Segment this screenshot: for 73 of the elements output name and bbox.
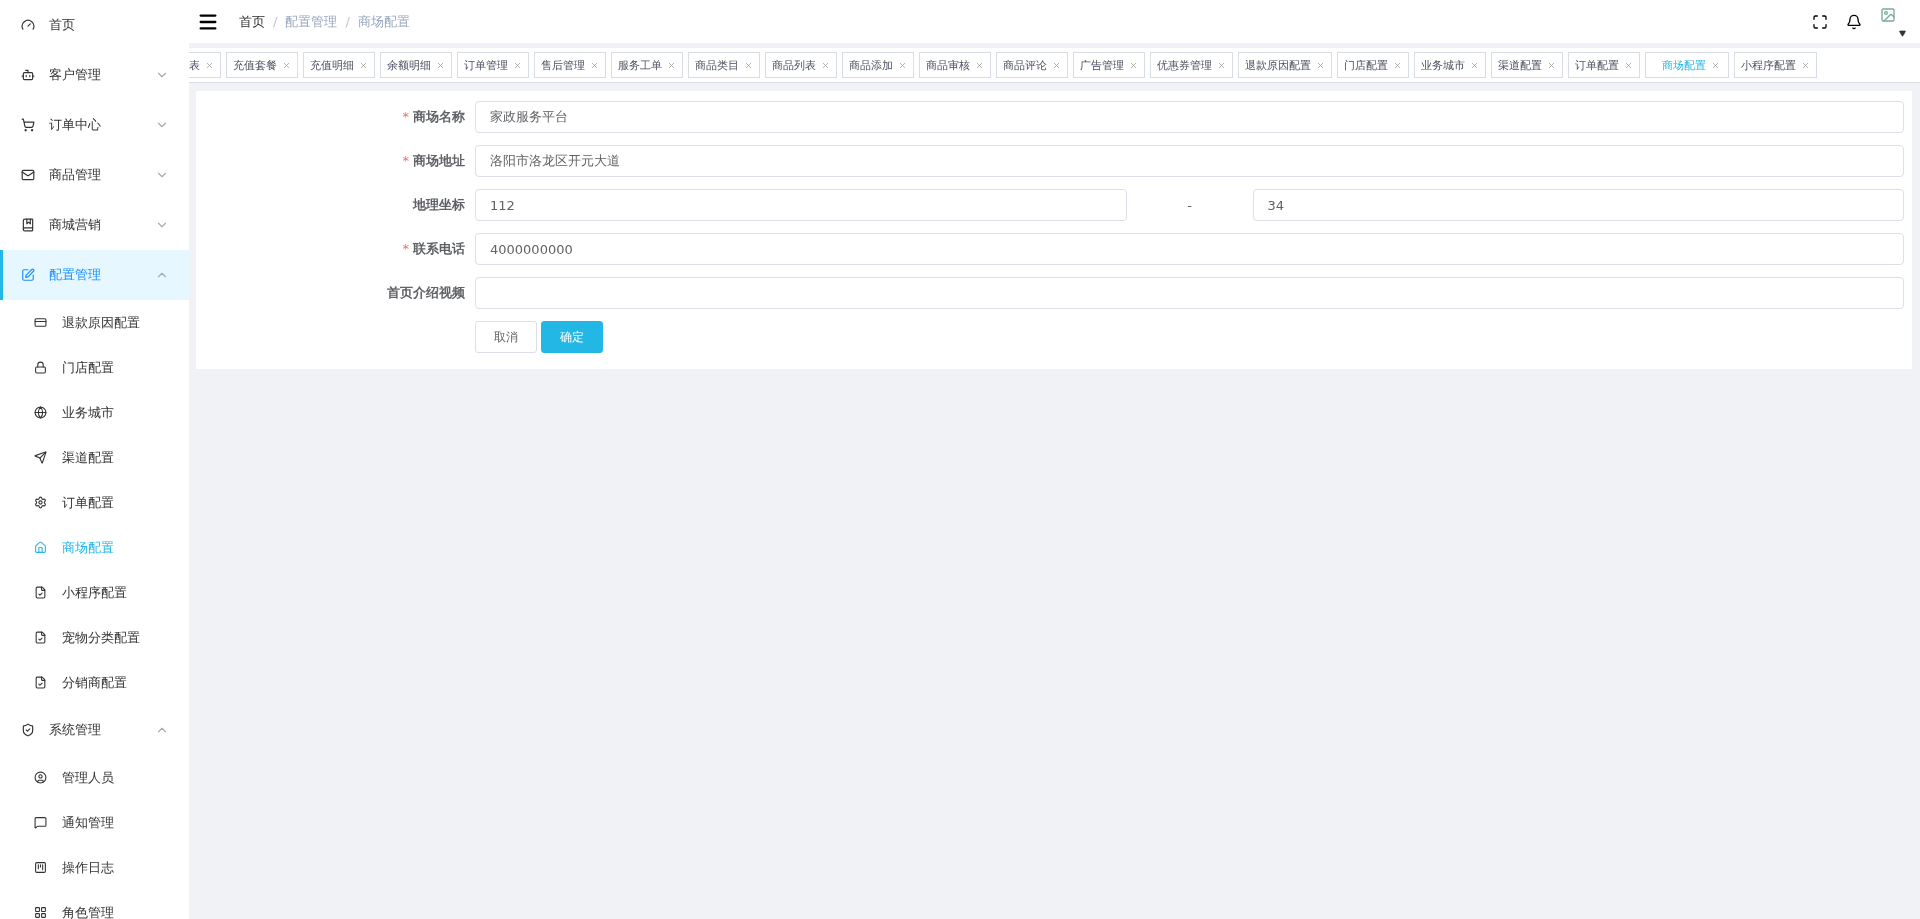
close-icon[interactable]	[1470, 60, 1479, 70]
sidebar-submenu-item[interactable]: 角色管理	[0, 890, 189, 919]
close-icon[interactable]	[1624, 60, 1633, 70]
input-field[interactable]: 家政服务平台	[475, 101, 1904, 133]
fullscreen-icon[interactable]	[1812, 13, 1828, 30]
field-label: * 商场名称	[401, 108, 466, 126]
page-tab[interactable]: 广告管理	[1073, 52, 1145, 78]
input-field[interactable]	[475, 277, 1904, 309]
page-tab[interactable]: 表	[189, 52, 221, 78]
page-tab[interactable]: 服务工单	[611, 52, 683, 78]
sidebar-submenu-item[interactable]: 业务城市	[0, 390, 189, 435]
page-tab[interactable]: 订单管理	[457, 52, 529, 78]
close-icon[interactable]	[821, 60, 830, 70]
caret-icon[interactable]	[1899, 29, 1906, 37]
close-icon[interactable]	[1129, 60, 1138, 70]
sidebar-submenu-item[interactable]: 宠物分类配置	[0, 615, 189, 660]
page-tab[interactable]: 门店配置	[1337, 52, 1409, 78]
close-icon[interactable]	[513, 60, 522, 70]
cancel-button[interactable]: 取消	[475, 321, 537, 353]
input-field[interactable]: 34	[1252, 189, 1904, 221]
breadcrumb-separator: /	[345, 14, 350, 29]
sidebar-submenu-item[interactable]: 分销商配置	[0, 660, 189, 705]
breadcrumb-separator: /	[273, 14, 278, 29]
page-tab[interactable]: 渠道配置	[1491, 52, 1563, 78]
close-icon[interactable]	[975, 60, 984, 70]
page-tab[interactable]: 余额明细	[380, 52, 452, 78]
page-tab[interactable]: 商品审核	[919, 52, 991, 78]
page-tab[interactable]: 售后管理	[534, 52, 606, 78]
close-icon[interactable]	[1711, 60, 1720, 70]
sidebar-submenu-item[interactable]: 订单配置	[0, 480, 189, 525]
sidebar-submenu-item[interactable]: 操作日志	[0, 845, 189, 890]
input-field[interactable]: 112	[475, 189, 1127, 221]
close-icon[interactable]	[667, 60, 676, 70]
sidebar-submenu-item[interactable]: 渠道配置	[0, 435, 189, 480]
page-tab[interactable]: 小程序配置	[1734, 52, 1817, 78]
page-tab[interactable]: 商品类目	[688, 52, 760, 78]
field-label: * 商场地址	[401, 152, 466, 170]
sidebar-submenu-item[interactable]: 门店配置	[0, 345, 189, 390]
close-icon[interactable]	[359, 60, 368, 70]
broken-image-icon[interactable]	[1880, 6, 1896, 23]
input-field[interactable]: 4000000000	[475, 233, 1904, 265]
page-tab[interactable]: 充值明细	[303, 52, 375, 78]
field-label: 首页介绍视频	[386, 284, 466, 302]
page-tab[interactable]: 商品列表	[765, 52, 837, 78]
close-icon[interactable]	[1547, 60, 1556, 70]
close-icon[interactable]	[436, 60, 445, 70]
close-icon[interactable]	[898, 60, 907, 70]
close-icon[interactable]	[1801, 60, 1810, 70]
close-icon[interactable]	[590, 60, 599, 70]
close-icon[interactable]	[1052, 60, 1061, 70]
breadcrumb-link[interactable]: 首页	[239, 12, 265, 31]
sidebar-submenu-item[interactable]: 退款原因配置	[0, 300, 189, 345]
close-icon[interactable]	[205, 60, 214, 70]
page-tab[interactable]: 商品评论	[996, 52, 1068, 78]
page-tab[interactable]: 充值套餐	[226, 52, 298, 78]
close-icon[interactable]	[1217, 60, 1226, 70]
sidebar-submenu-item[interactable]: 管理人员	[0, 755, 189, 800]
sidebar-submenu-item[interactable]: 通知管理	[0, 800, 189, 845]
close-icon[interactable]	[1393, 60, 1402, 70]
close-icon[interactable]	[282, 60, 291, 70]
close-icon[interactable]	[744, 60, 753, 70]
page-tab[interactable]: 商品添加	[842, 52, 914, 78]
bell-icon[interactable]	[1846, 13, 1862, 30]
page-tab[interactable]: 优惠券管理	[1150, 52, 1233, 78]
page-tab[interactable]: 业务城市	[1414, 52, 1486, 78]
field-label: * 联系电话	[401, 240, 466, 258]
page-tab[interactable]: 退款原因配置	[1238, 52, 1332, 78]
page-tab[interactable]: 订单配置	[1568, 52, 1640, 78]
field-label: 地理坐标	[411, 196, 466, 214]
close-icon[interactable]	[1316, 60, 1325, 70]
input-field[interactable]: 洛阳市洛龙区开元大道	[475, 145, 1904, 177]
sidebar-submenu-item[interactable]: 小程序配置	[0, 570, 189, 615]
range-separator: -	[1186, 197, 1193, 213]
